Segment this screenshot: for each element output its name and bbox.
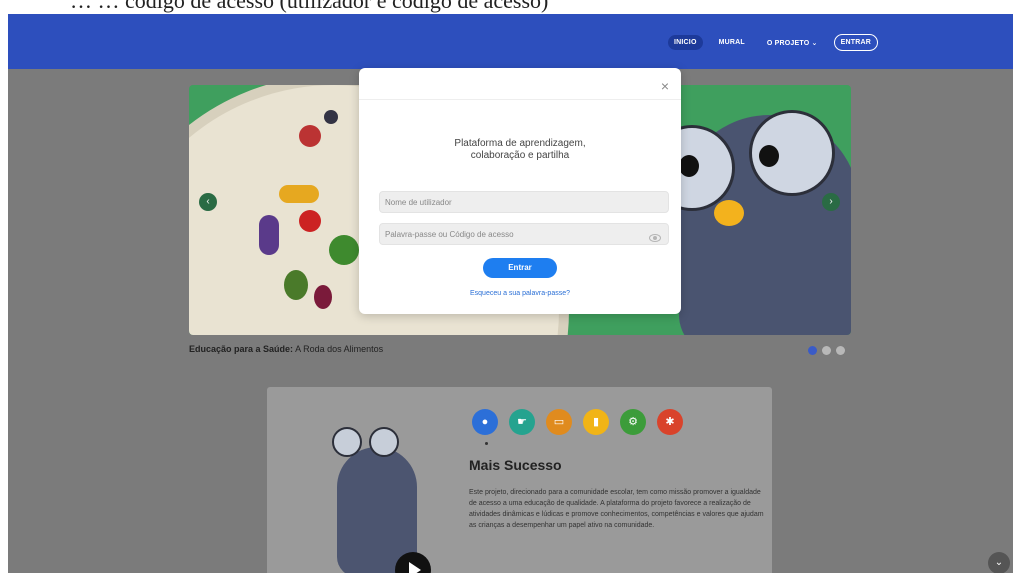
nav-item-entrar[interactable]: ENTRAR [833, 34, 878, 51]
document-top-text: … … código de acesso (utilizador e códig… [70, 0, 549, 13]
modal-tagline: Plataforma de aprendizagem, colaboração … [359, 138, 681, 162]
carousel-prev-button[interactable]: ‹ [199, 193, 217, 211]
username-input[interactable] [379, 191, 669, 213]
forgot-password-link[interactable]: Esqueceu a sua palavra-passe? [359, 290, 681, 297]
food-icon [284, 270, 308, 300]
hand-icon[interactable]: ☛ [509, 409, 535, 435]
carousel-dot-3[interactable] [836, 346, 845, 355]
feature-title: Mais Sucesso [469, 457, 562, 473]
food-icon [299, 210, 321, 232]
nav-item-o-projeto[interactable]: O PROJETO ⌄ [761, 35, 824, 51]
carousel-dots [808, 346, 845, 355]
caption-text: A Roda dos Alimentos [295, 344, 384, 354]
fly-mascot-image [649, 105, 851, 335]
tagline-line-2: colaboração e partilha [470, 150, 570, 161]
eye-icon[interactable] [649, 234, 661, 242]
password-input[interactable] [379, 223, 669, 245]
chevron-down-icon: ⌄ [811, 39, 818, 47]
carousel-dot-2[interactable] [822, 346, 831, 355]
navbar: INICIO MURAL O PROJETO ⌄ ENTRAR [8, 14, 1013, 69]
fly-mascot-small-image [327, 407, 427, 573]
food-icon [259, 215, 279, 255]
nav-item-o-projeto-label: O PROJETO [766, 39, 810, 47]
carousel-next-button[interactable]: › [822, 193, 840, 211]
food-icon [279, 185, 319, 203]
close-icon[interactable]: × [661, 78, 669, 94]
tagline-line-1: Plataforma de aprendizagem, [454, 138, 586, 149]
book-icon[interactable]: ▮ [583, 409, 609, 435]
nav-menu: INICIO MURAL O PROJETO ⌄ ENTRAR [668, 34, 878, 51]
food-icon [314, 285, 332, 309]
gears-icon[interactable]: ⚙ [620, 409, 646, 435]
modal-divider [359, 99, 681, 100]
food-icon [329, 235, 359, 265]
login-submit-button[interactable]: Entrar [483, 258, 557, 278]
screen-icon[interactable]: ▭ [546, 409, 572, 435]
scroll-down-button[interactable]: ⌄ [988, 552, 1010, 573]
carousel-caption: Educação para a Saúde: A Roda dos Alimen… [189, 344, 383, 354]
login-modal: × Plataforma de aprendizagem, colaboraçã… [359, 68, 681, 314]
active-icon-indicator [485, 442, 488, 445]
feature-description: Este projeto, direcionado para a comunid… [469, 489, 764, 529]
feature-icons: ● ☛ ▭ ▮ ⚙ ✱ [472, 409, 683, 435]
caption-bold: Educação para a Saúde: [189, 344, 294, 354]
food-icon [299, 125, 321, 147]
document-top-strip: … … código de acesso (utilizador e códig… [0, 0, 1013, 14]
carousel-dot-1[interactable] [808, 346, 817, 355]
feature-card: ● ☛ ▭ ▮ ⚙ ✱ Mais Sucesso Este projeto, d… [267, 387, 772, 573]
chat-icon[interactable]: ● [472, 409, 498, 435]
nav-item-inicio[interactable]: INICIO [668, 35, 703, 50]
bug-icon[interactable]: ✱ [657, 409, 683, 435]
nav-item-mural[interactable]: MURAL [713, 35, 751, 50]
food-icon [324, 110, 338, 124]
